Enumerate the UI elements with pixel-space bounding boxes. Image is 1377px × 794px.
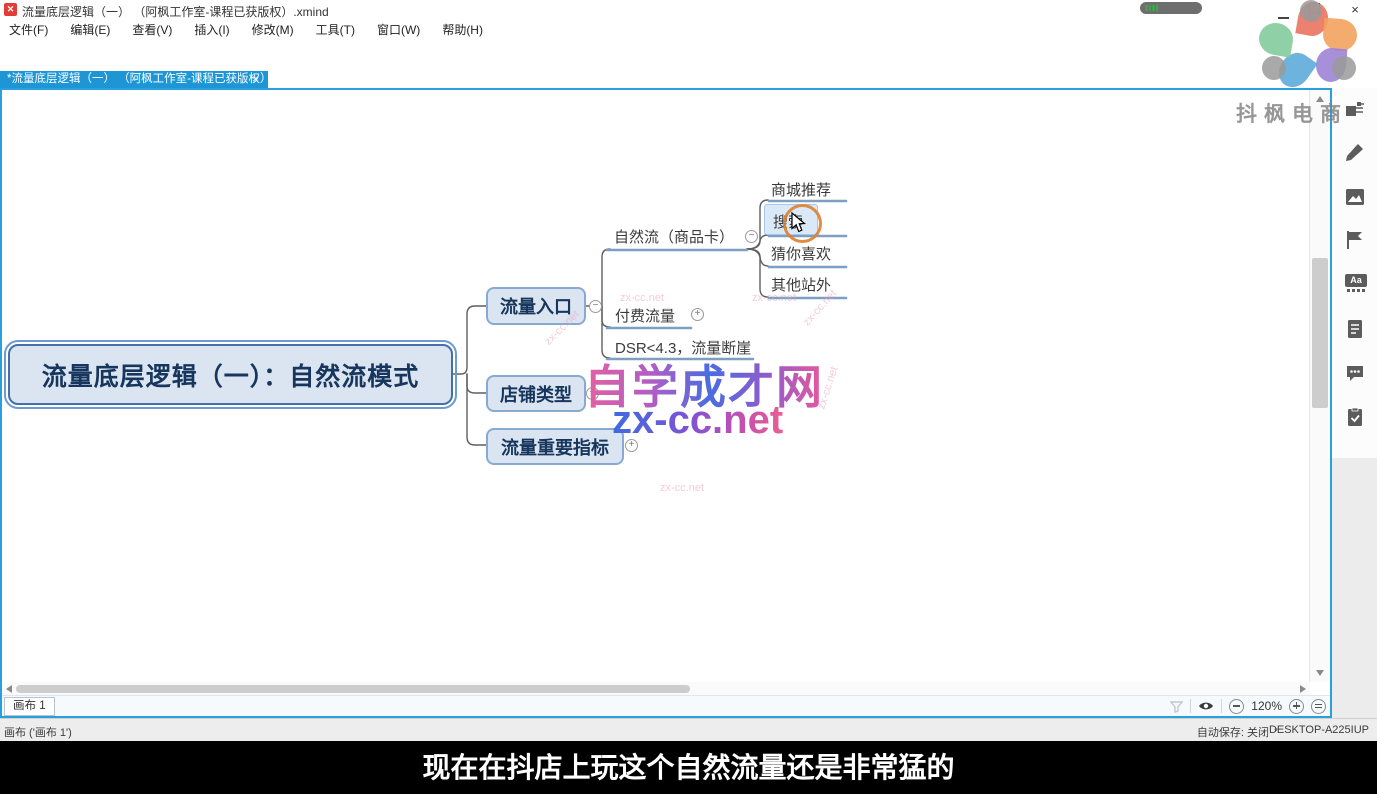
maximize-button[interactable] [1299, 0, 1329, 19]
paintbrush-icon [1345, 142, 1365, 162]
vertical-scrollbar[interactable] [1309, 90, 1330, 682]
watermark-scatter: zx-cc.net [620, 292, 664, 304]
task-clipboard-icon [1345, 407, 1365, 427]
menu-view[interactable]: 查看(V) [123, 21, 185, 38]
expander-natural-flow[interactable]: − [745, 230, 758, 243]
watermark-site-url: zx-cc.net [612, 398, 783, 443]
overview-eye-icon[interactable] [1198, 700, 1214, 712]
sidebar-task-button[interactable] [1345, 407, 1365, 427]
recording-battery-icon [1145, 5, 1159, 11]
sidebar-image-button[interactable] [1345, 187, 1365, 207]
topic-shop-type[interactable]: 店铺类型 [486, 375, 586, 412]
menu-insert[interactable]: 插入(I) [185, 21, 242, 38]
topic-key-metrics[interactable]: 流量重要指标 [486, 428, 624, 465]
expander-paid-traffic[interactable]: + [691, 308, 704, 321]
zoom-controls: 120% [1170, 696, 1326, 716]
image-icon [1345, 187, 1365, 207]
scroll-down-arrow[interactable] [1316, 670, 1324, 676]
topic-natural-flow[interactable]: 自然流（商品卡） [614, 226, 734, 247]
separator [1190, 699, 1191, 713]
sidebar-comments-button[interactable] [1345, 363, 1365, 383]
maximize-icon [1309, 3, 1320, 14]
zoom-out-button[interactable] [1229, 699, 1244, 714]
sidebar-notes-button[interactable] [1345, 319, 1365, 339]
separator [1221, 699, 1222, 713]
comment-icon [1345, 363, 1365, 383]
fit-map-button[interactable] [1311, 699, 1326, 714]
scroll-left-arrow[interactable] [6, 685, 12, 693]
document-tab[interactable]: *流量底层逻辑（一） （阿枫工作室-课程已获版权） [0, 71, 268, 88]
sidebar-lower-panel [1332, 458, 1377, 718]
expander-traffic-entry[interactable]: − [589, 300, 602, 313]
central-topic[interactable]: 流量底层逻辑（一）：自然流模式 [8, 344, 453, 405]
sidebar-label-button[interactable]: Aa [1345, 274, 1367, 294]
watermark-scatter: zx-cc.net [660, 482, 704, 494]
menu-tools[interactable]: 工具(T) [307, 21, 368, 38]
flag-icon [1345, 230, 1365, 250]
scroll-right-arrow[interactable] [1300, 685, 1306, 693]
menu-bar: 文件(F) 编辑(E) 查看(V) 插入(I) 修改(M) 工具(T) 窗口(W… [0, 19, 1377, 39]
title-bar: ✕ 流量底层逻辑（一） （阿枫工作室-课程已获版权）.xmind × [0, 0, 1377, 19]
mouse-cursor-icon [790, 212, 810, 234]
xmind-app-icon: ✕ [4, 3, 17, 16]
menu-help[interactable]: 帮助(H) [433, 21, 496, 38]
sheet-bar: 画布 1 120% [2, 695, 1330, 716]
window-title: 流量底层逻辑（一） （阿枫工作室-课程已获版权）.xmind [22, 3, 329, 20]
watermark-corner-brand: 抖枫电商 [1236, 98, 1348, 128]
close-button[interactable]: × [1340, 0, 1370, 19]
notes-icon [1345, 319, 1365, 339]
sheet-tab-canvas1[interactable]: 画布 1 [4, 697, 55, 716]
topic-paid-traffic[interactable]: 付费流量 [615, 305, 675, 326]
right-sidebar: Aa [1332, 88, 1377, 718]
label-icon: Aa [1345, 274, 1367, 287]
tab-close-icon[interactable]: × [252, 71, 259, 88]
label-icon-dots [1345, 289, 1367, 292]
status-canvas-label: 画布 ('画布 1') [4, 724, 72, 740]
zoom-in-button[interactable] [1289, 699, 1304, 714]
status-autosave: 自动保存: 关闭 [1197, 724, 1269, 740]
zoom-level: 120% [1251, 699, 1282, 713]
menu-edit[interactable]: 编辑(E) [61, 21, 123, 38]
topic-mall-recommend[interactable]: 商城推荐 [771, 179, 831, 200]
sidebar-marker-button[interactable] [1345, 230, 1365, 250]
sidebar-format-button[interactable] [1345, 142, 1365, 162]
structure-icon [1345, 100, 1365, 120]
horizontal-scrollbar[interactable] [2, 682, 1310, 696]
subtitle-text: 现在在抖店上玩这个自然流量还是非常猛的 [0, 746, 1377, 786]
menu-file[interactable]: 文件(F) [0, 21, 61, 38]
vertical-scroll-thumb[interactable] [1312, 258, 1328, 408]
menu-window[interactable]: 窗口(W) [368, 21, 433, 38]
status-bar: 画布 ('画布 1') 自动保存: 关闭 • DESKTOP-A225IUP [0, 718, 1377, 742]
toolbar: ⋯ [0, 39, 1377, 71]
menu-modify[interactable]: 修改(M) [243, 21, 307, 38]
subtitle-band: 现在在抖店上玩这个自然流量还是非常猛的 [0, 741, 1377, 794]
watermark-scatter: zx-cc.net [752, 292, 796, 304]
topic-guess-you-like[interactable]: 猜你喜欢 [771, 243, 831, 264]
minimize-button[interactable] [1258, 0, 1288, 19]
status-device-name: DESKTOP-A225IUP [1269, 724, 1369, 736]
horizontal-scroll-thumb[interactable] [16, 685, 690, 693]
filter-icon[interactable] [1170, 700, 1183, 713]
sidebar-structure-button[interactable] [1345, 100, 1365, 120]
